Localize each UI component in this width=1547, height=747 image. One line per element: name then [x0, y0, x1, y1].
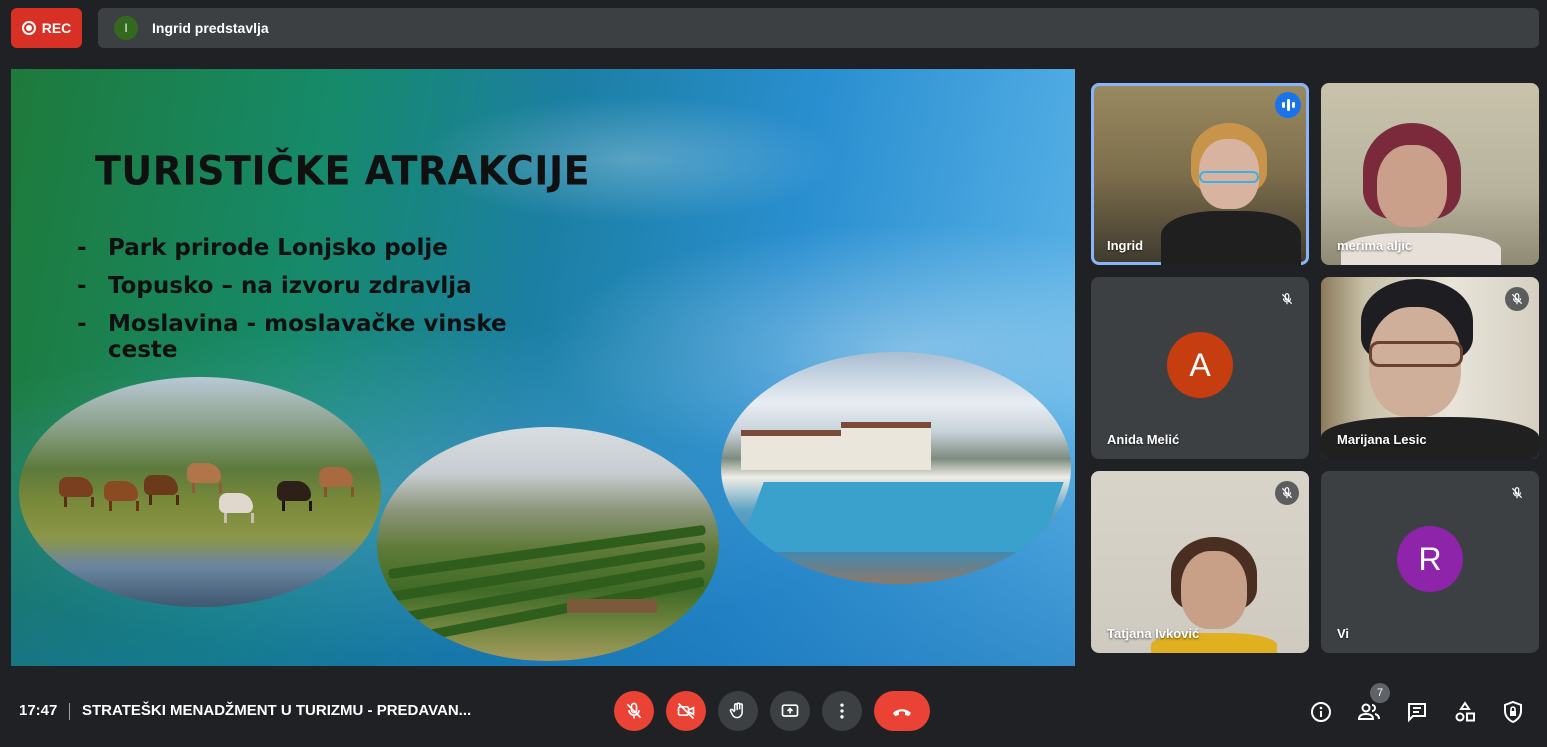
person-face — [1181, 551, 1247, 629]
participant-tile[interactable]: R Vi — [1321, 471, 1539, 653]
presenting-text: Ingrid predstavlja — [152, 20, 269, 36]
mic-toggle-button[interactable] — [614, 691, 654, 731]
mic-off-icon — [1275, 481, 1299, 505]
slide-bullet: Topusko – na izvoru zdravlja — [77, 273, 507, 299]
participant-avatar: A — [1167, 332, 1233, 398]
raise-hand-button[interactable] — [718, 691, 758, 731]
horse-shape — [187, 463, 222, 493]
horse-shape — [104, 481, 139, 511]
participant-name: Anida Melić — [1107, 432, 1180, 447]
participant-name: Ingrid — [1107, 238, 1144, 253]
meeting-clock: 17:47 — [19, 702, 58, 719]
activities-icon — [1455, 701, 1475, 722]
horse-shape — [144, 475, 179, 505]
participant-tile[interactable]: merima aljic — [1321, 83, 1539, 265]
participant-count-badge: 7 — [1370, 683, 1390, 703]
person-torso — [1161, 211, 1301, 265]
participant-name: merima aljic — [1337, 238, 1413, 253]
slide-bullet: Park prirode Lonjsko polje — [77, 235, 507, 261]
chat-button[interactable] — [1404, 699, 1430, 725]
present-now-button[interactable] — [770, 691, 810, 731]
slide-bullet-list: Park prirode Lonjsko polje Topusko – na … — [77, 235, 507, 375]
speaking-indicator-icon — [1275, 92, 1301, 118]
participant-tile[interactable]: Marijana Lesic — [1321, 277, 1539, 459]
shield-lock-icon — [1504, 700, 1522, 724]
host-controls-button[interactable] — [1500, 699, 1526, 725]
info-icon — [1311, 702, 1331, 722]
person-face — [1377, 145, 1447, 227]
mic-off-icon — [1505, 481, 1529, 505]
participant-tile[interactable]: Tatjana Ivković — [1091, 471, 1309, 653]
mic-off-icon — [1275, 287, 1299, 311]
leave-call-button[interactable] — [874, 691, 930, 731]
presenter-avatar: I — [114, 16, 138, 40]
present-screen-icon — [781, 704, 799, 717]
hand-icon — [729, 702, 743, 719]
more-options-button[interactable] — [822, 691, 862, 731]
participant-tile[interactable]: Ingrid — [1091, 83, 1309, 265]
more-vert-icon — [840, 703, 844, 719]
vineyard-photo — [377, 427, 719, 661]
camera-off-icon — [677, 702, 695, 720]
topusko-pool-photo — [721, 352, 1071, 584]
horses-meadow-photo — [19, 377, 381, 607]
participant-name: Vi — [1337, 626, 1350, 641]
horse-shape — [219, 493, 254, 523]
record-icon — [21, 21, 36, 35]
meeting-title[interactable]: STRATEŠKI MENADŽMENT U TURIZMU - PREDAVA… — [82, 702, 471, 719]
meeting-details-button[interactable] — [1308, 699, 1334, 725]
glasses — [1199, 171, 1259, 183]
people-icon — [1357, 703, 1380, 720]
shared-presentation: TURISTIČKE ATRAKCIJE Park prirode Lonjsk… — [11, 69, 1075, 666]
camera-toggle-button[interactable] — [666, 691, 706, 731]
rec-label: REC — [41, 20, 72, 36]
slide-title: TURISTIČKE ATRAKCIJE — [95, 147, 591, 195]
wooden-bench — [567, 599, 657, 613]
hang-up-icon — [893, 709, 911, 716]
glasses — [1369, 341, 1463, 367]
slide-bullet: Moslavina - moslavačke vinske ceste — [77, 311, 507, 363]
divider — [69, 703, 70, 720]
participant-name: Tatjana Ivković — [1107, 626, 1200, 641]
activities-button[interactable] — [1452, 699, 1478, 725]
presenting-banner: I Ingrid predstavlja — [98, 8, 1539, 48]
horse-shape — [59, 477, 94, 507]
swimming-pool — [738, 482, 1064, 552]
horse-shape — [277, 481, 312, 511]
horse-shape — [319, 467, 354, 497]
recording-indicator[interactable]: REC — [11, 8, 82, 48]
mic-off-icon — [1505, 287, 1529, 311]
mic-off-icon — [626, 702, 642, 719]
chat-icon — [1408, 703, 1426, 723]
participant-tile[interactable]: A Anida Melić — [1091, 277, 1309, 459]
hotel-building — [741, 430, 841, 470]
participant-avatar: R — [1397, 526, 1463, 592]
participant-name: Marijana Lesic — [1337, 432, 1427, 447]
hotel-building — [841, 422, 931, 470]
